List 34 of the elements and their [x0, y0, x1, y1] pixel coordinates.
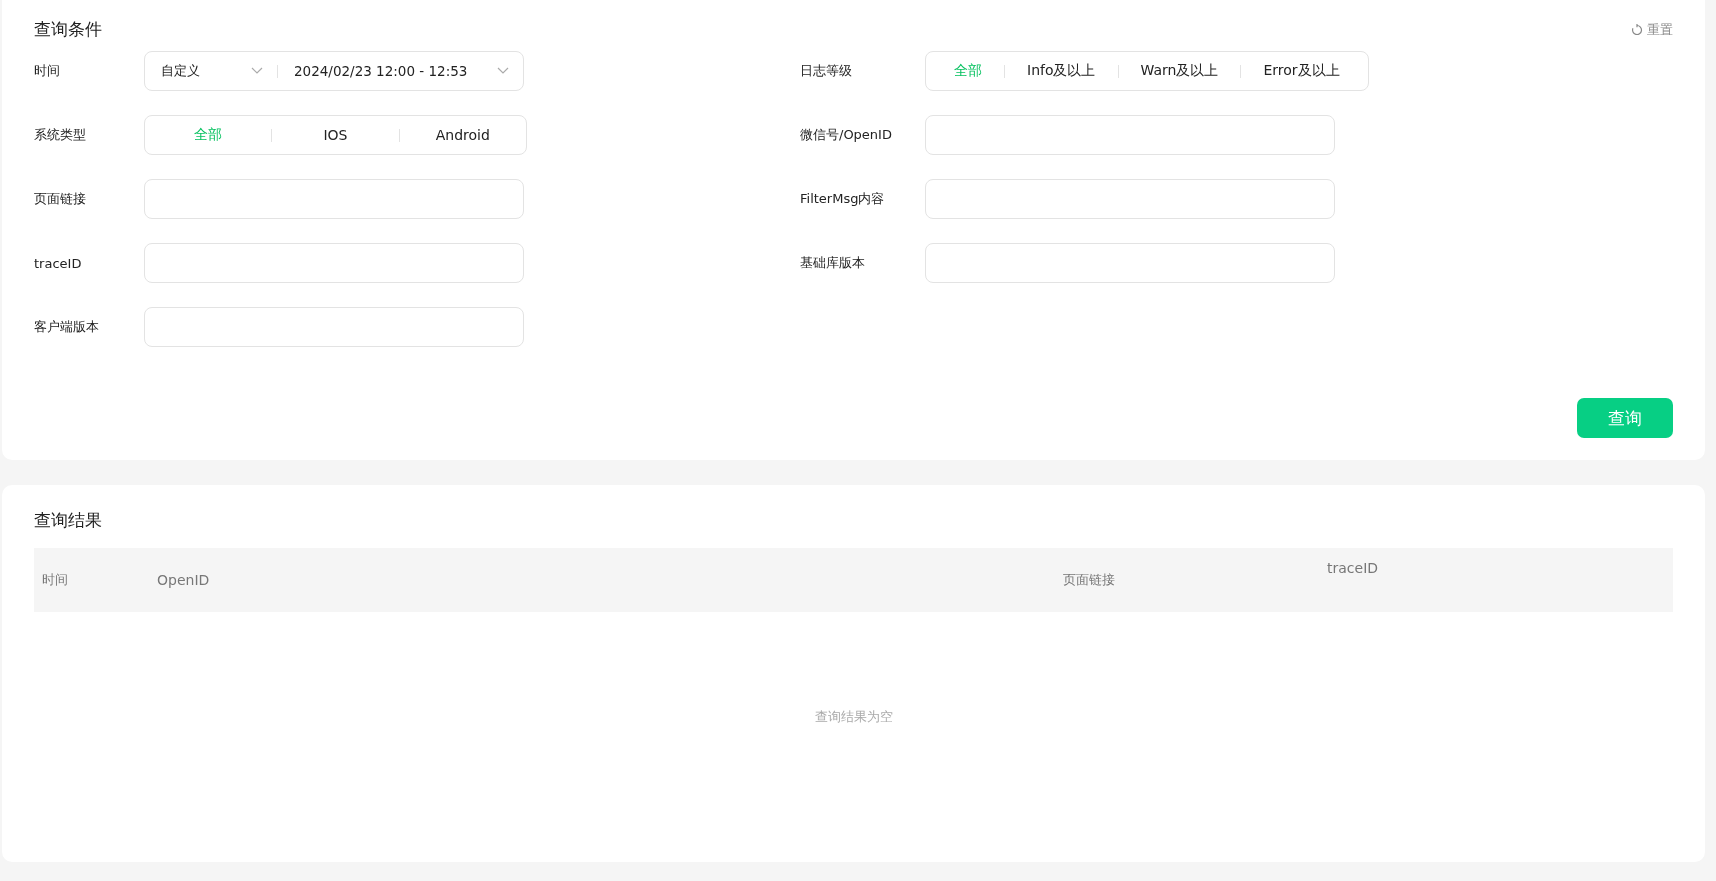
field-label: traceID	[34, 255, 83, 271]
date-range-picker[interactable]: 自定义 2024/02/23 12:00 - 12:53	[144, 51, 524, 91]
input-field[interactable]	[925, 179, 1335, 219]
field-label: 微信号/OpenID	[800, 126, 893, 144]
input-field[interactable]	[144, 243, 524, 283]
segment-option[interactable]: Warn及以上	[1118, 62, 1241, 80]
input-field[interactable]	[144, 179, 524, 219]
input-field[interactable]	[925, 243, 1335, 283]
field-label: 时间	[34, 62, 61, 80]
field-label: 日志等级	[800, 62, 853, 80]
section-title: 查询结果	[34, 509, 103, 532]
segment-option[interactable]: Android	[399, 126, 526, 144]
field-label: 系统类型	[34, 126, 87, 144]
refresh-icon	[1631, 23, 1643, 36]
section-title: 查询条件	[34, 18, 102, 41]
column-header: 时间	[42, 571, 68, 589]
input-field[interactable]	[144, 307, 524, 347]
chevron-down-icon	[251, 67, 263, 75]
segment-option[interactable]: Error及以上	[1241, 62, 1362, 80]
preset-select[interactable]: 自定义	[161, 62, 251, 80]
column-header: 页面链接	[1063, 571, 1115, 589]
field-label: 页面链接	[34, 190, 87, 208]
reset-button[interactable]: 重置	[1631, 20, 1673, 39]
field-label: FilterMsg内容	[800, 190, 886, 208]
column-header: OpenID	[157, 572, 210, 588]
segment-option[interactable]: IOS	[272, 126, 399, 144]
empty-message: 查询结果为空	[814, 708, 893, 726]
field-label: 基础库版本	[800, 254, 866, 272]
column-header: traceID	[1327, 560, 1379, 576]
field-label: 客户端版本	[34, 318, 100, 336]
chevron-down-icon	[497, 67, 509, 75]
date-range-value[interactable]: 2024/02/23 12:00 - 12:53	[278, 63, 497, 79]
segment-option[interactable]: Info及以上	[1005, 62, 1118, 80]
input-field[interactable]	[925, 115, 1335, 155]
